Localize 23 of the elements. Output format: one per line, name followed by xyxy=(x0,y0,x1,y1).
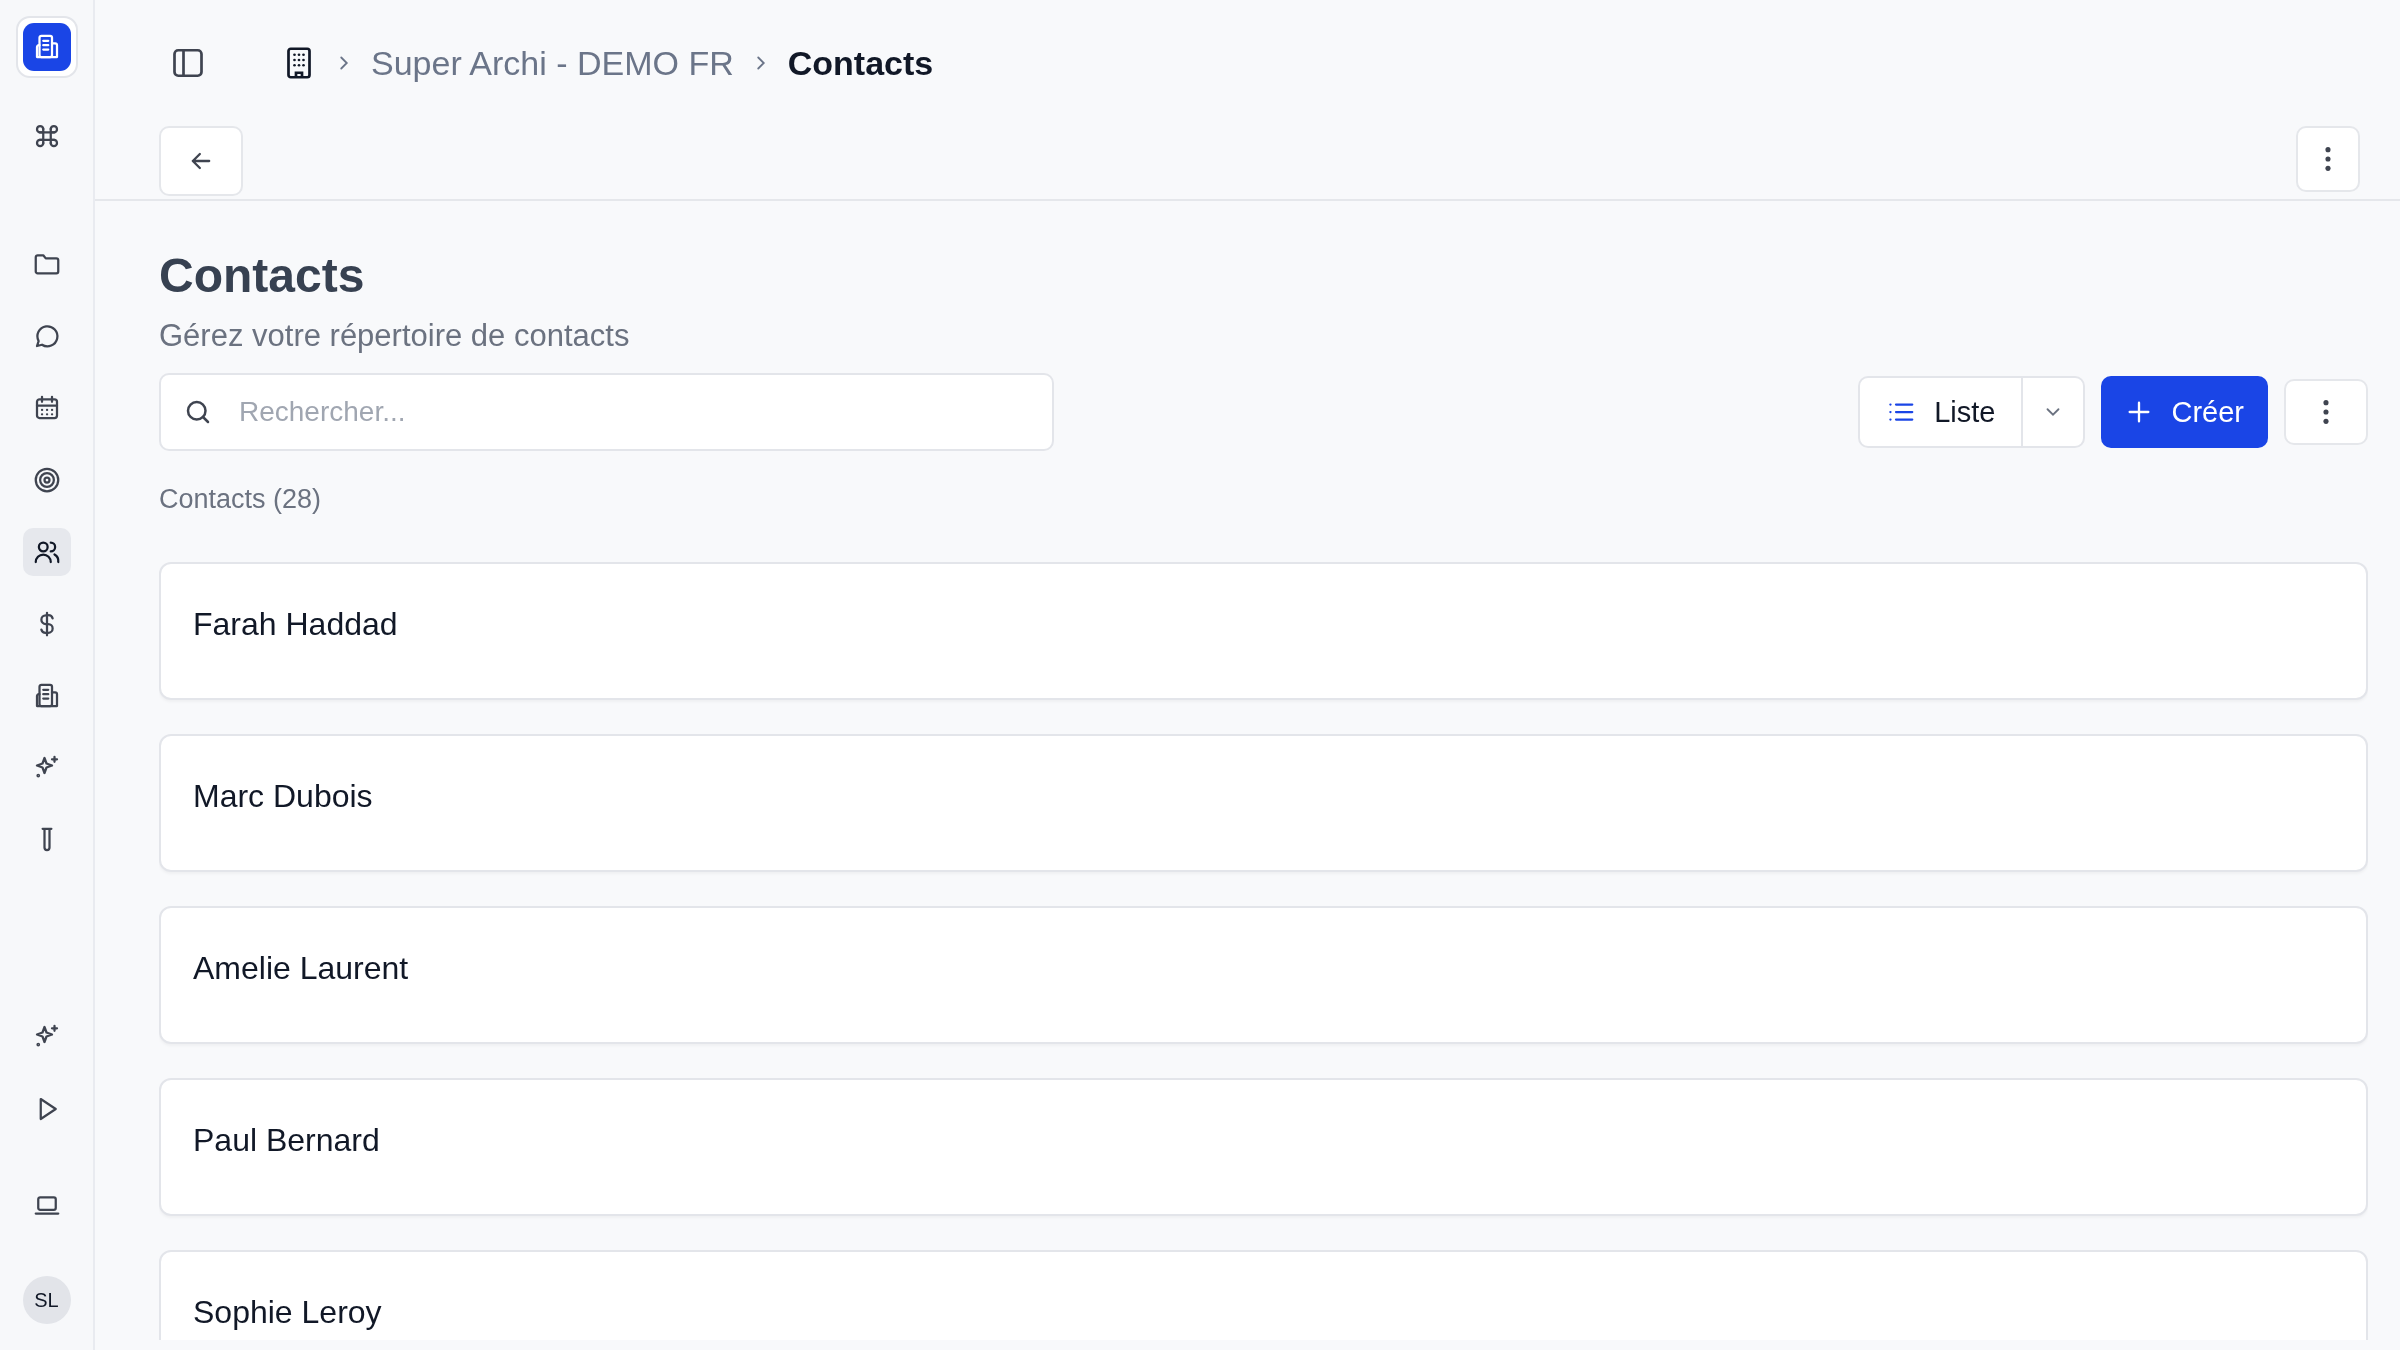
more-icon xyxy=(2322,398,2330,427)
contact-card[interactable]: Farah Haddad xyxy=(159,561,2368,700)
contact-name: Farah Haddad xyxy=(193,604,399,644)
contact-name: Sophie Leroy xyxy=(193,1292,383,1332)
page-subtitle: Gérez votre répertoire de contacts xyxy=(159,316,631,355)
user-avatar[interactable]: SL xyxy=(22,1276,71,1324)
search-field[interactable]: Rechercher... xyxy=(159,373,1054,452)
contact-name: Marc Dubois xyxy=(193,776,374,816)
page-title: Contacts xyxy=(159,248,366,305)
create-button[interactable]: Créer xyxy=(2101,376,2268,449)
contact-card[interactable]: Marc Dubois xyxy=(159,733,2368,872)
contact-name: Amelie Laurent xyxy=(193,948,410,988)
contact-card[interactable]: Sophie Leroy xyxy=(159,1249,2368,1340)
app-logo[interactable] xyxy=(15,16,78,78)
contact-card[interactable]: Amelie Laurent xyxy=(159,905,2368,1044)
search-input[interactable]: Rechercher... xyxy=(237,390,1030,435)
sidebar-nav-button[interactable] xyxy=(22,528,71,576)
contact-name: Paul Bernard xyxy=(193,1120,381,1160)
contact-card[interactable]: Paul Bernard xyxy=(159,1077,2368,1216)
contacts-count: Contacts (28) xyxy=(159,483,323,517)
breadcrumb-item[interactable]: Super Archi - DEMO FR xyxy=(371,37,734,89)
more-icon xyxy=(2324,145,2332,173)
breadcrumb-item: Contacts xyxy=(787,42,934,84)
